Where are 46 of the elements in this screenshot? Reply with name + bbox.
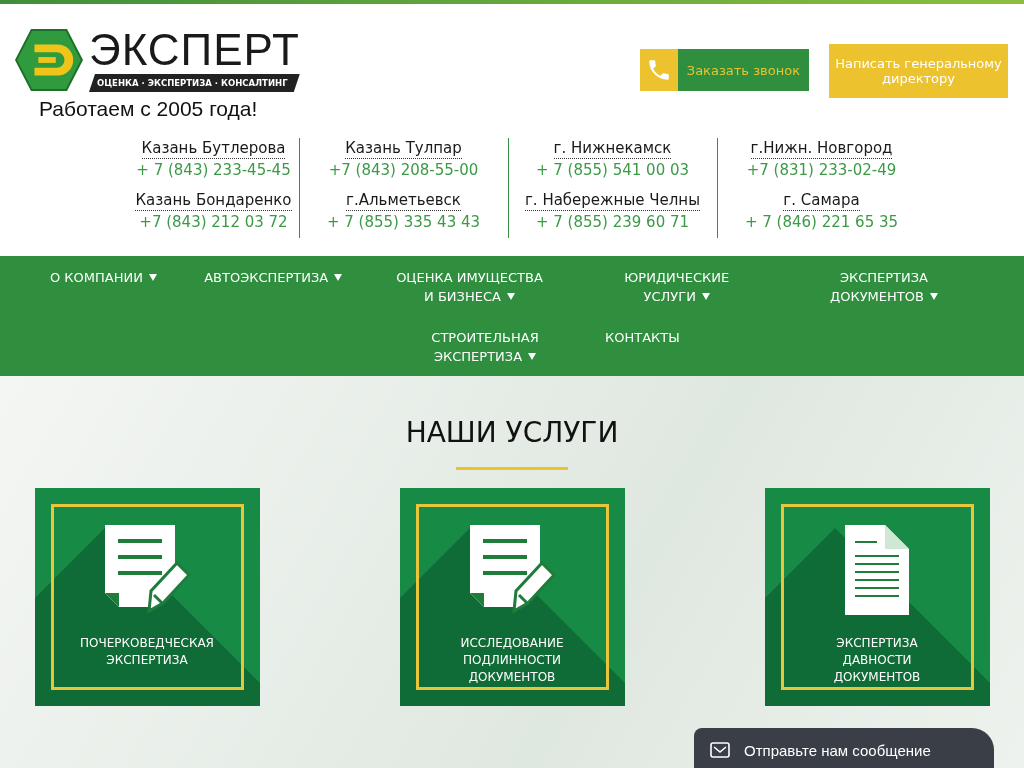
- mail-icon: [710, 742, 730, 758]
- nav-menu-item[interactable]: ЭКСПЕРТИЗА ДОКУМЕНТОВ: [803, 268, 964, 306]
- office-city-link[interactable]: Казань Тулпар: [345, 138, 462, 159]
- since-text: Работаем с 2005 года!: [39, 97, 259, 121]
- office-phone-link[interactable]: +7 (843) 212 03 72: [139, 211, 288, 233]
- chat-label: Отправьте нам сообщение: [744, 741, 931, 759]
- service-title: ИССЛЕДОВАНИЕ ПОДЛИННОСТИ ДОКУМЕНТОВ: [459, 635, 565, 686]
- nav-menu-item[interactable]: ЮРИДИЧЕСКИЕ УСЛУГИ: [596, 268, 757, 306]
- office-city-link[interactable]: г.Нижн. Новгород: [750, 138, 893, 159]
- office-phone-link[interactable]: + 7 (846) 221 65 35: [744, 211, 899, 233]
- nav-menu-item[interactable]: ОЦЕНКА ИМУЩЕСТВА И БИЗНЕСА: [389, 268, 550, 306]
- nav-menu-item[interactable]: О КОМПАНИИ: [50, 268, 157, 287]
- service-card[interactable]: ПОЧЕРКОВЕДЧЕСКАЯ ЭКСПЕРТИЗА: [34, 488, 260, 706]
- office-city-link[interactable]: Казань Бондаренко: [135, 190, 292, 211]
- office-city-link[interactable]: г. Самара: [783, 190, 860, 211]
- office-city-link[interactable]: г. Набережные Челны: [525, 190, 700, 211]
- caret-icon: [528, 353, 537, 360]
- office-phone-link[interactable]: + 7 (855) 335 43 43: [326, 211, 481, 233]
- nav-menu-item[interactable]: КОНТАКТЫ: [605, 328, 680, 347]
- section-title: НАШИ УСЛУГИ: [405, 416, 619, 449]
- document-pencil-icon: [467, 525, 557, 615]
- logo-name: ЭКСПЕРТ: [89, 28, 300, 72]
- office-city-link[interactable]: г.Альметьевск: [346, 190, 461, 211]
- service-card[interactable]: ЭКСПЕРТИЗА ДАВНОСТИ ДОКУМЕНТОВ: [764, 488, 990, 706]
- caret-icon: [701, 293, 710, 300]
- logo-icon: [15, 29, 83, 91]
- office-phone-link[interactable]: +7 (831) 233-02-49: [746, 159, 897, 181]
- office-phone-link[interactable]: + 7 (843) 233-45-45: [136, 159, 291, 181]
- chat-widget[interactable]: Отправьте нам сообщение: [694, 728, 994, 768]
- caret-icon: [506, 293, 515, 300]
- caret-icon: [929, 293, 938, 300]
- caret-icon: [148, 274, 157, 281]
- office-city-link[interactable]: Казань Бутлерова: [141, 138, 286, 159]
- order-call-button[interactable]: Заказать звонок: [639, 49, 809, 91]
- document-pencil-icon: [102, 525, 192, 615]
- nav-menu-item[interactable]: СТРОИТЕЛЬНАЯ ЭКСПЕРТИЗА: [405, 328, 565, 366]
- office-city-link[interactable]: г. Нижнекамск: [553, 138, 672, 159]
- logo-tagline: ОЦЕНКА · ЭКСПЕРТИЗА · КОНСАЛТИНГ: [89, 74, 300, 92]
- service-card[interactable]: ИССЛЕДОВАНИЕ ПОДЛИННОСТИ ДОКУМЕНТОВ: [399, 488, 625, 706]
- office-phone-link[interactable]: + 7 (855) 541 00 03: [535, 159, 690, 181]
- caret-icon: [334, 274, 343, 281]
- office-phone-link[interactable]: +7 (843) 208-55-00: [328, 159, 479, 181]
- service-title: ПОЧЕРКОВЕДЧЕСКАЯ ЭКСПЕРТИЗА: [79, 635, 215, 669]
- office-phone-link[interactable]: + 7 (855) 239 60 71: [535, 211, 690, 233]
- service-title: ЭКСПЕРТИЗА ДАВНОСТИ ДОКУМЕНТОВ: [832, 635, 922, 686]
- nav-menu-item[interactable]: АВТОЭКСПЕРТИЗА: [204, 268, 343, 287]
